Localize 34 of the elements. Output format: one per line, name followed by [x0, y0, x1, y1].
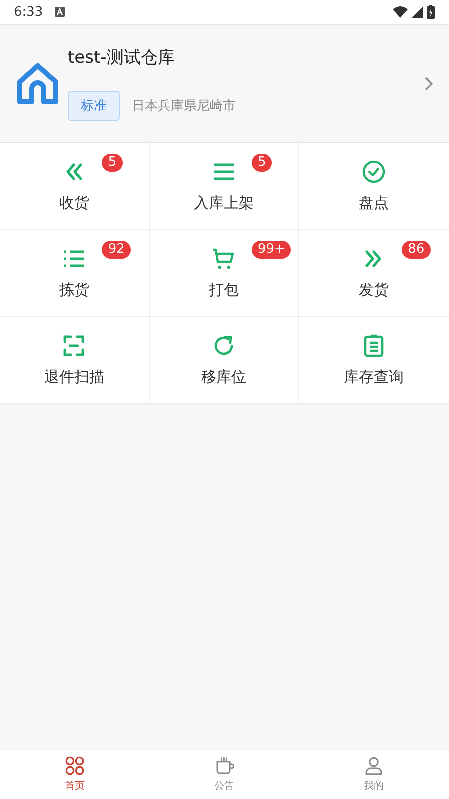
cart-icon: [212, 246, 236, 270]
count-badge: 92: [102, 240, 131, 258]
wifi-icon: [393, 6, 408, 18]
menu-tile[interactable]: 盘点: [299, 143, 449, 230]
check-circle-icon: [362, 160, 386, 184]
menu-tile[interactable]: 移库位: [150, 317, 300, 404]
count-badge: 99+: [252, 240, 292, 258]
warehouse-tag: 标准: [68, 91, 120, 121]
count-badge: 86: [402, 240, 431, 258]
house-icon: [16, 62, 60, 106]
count-badge: 5: [252, 154, 272, 172]
clipboard-icon: [362, 334, 386, 358]
menu-tile[interactable]: 92 拣货: [0, 230, 150, 317]
user-icon: [364, 756, 384, 776]
menu-tile[interactable]: 退件扫描: [0, 317, 150, 404]
chevron-right-icon[interactable]: [423, 74, 435, 92]
cup-icon: [214, 756, 234, 776]
status-time: 6:33: [14, 4, 44, 20]
warehouse-name: test-测试仓库: [68, 47, 176, 69]
tab-item[interactable]: 公告: [150, 750, 300, 799]
menu-tile[interactable]: 99+ 打包: [150, 230, 300, 317]
signal-icon: [412, 6, 423, 18]
count-badge: 5: [102, 154, 123, 172]
tab-item[interactable]: 首页: [0, 750, 150, 799]
scan-icon: [62, 334, 86, 358]
menu-tile[interactable]: 5 收货: [0, 143, 150, 230]
battery-icon: [427, 5, 435, 19]
menu-tile[interactable]: 5 入库上架: [150, 143, 300, 230]
notification-icon: [55, 7, 66, 17]
grid-icon: [64, 756, 85, 776]
menu-tile[interactable]: 86 发货: [299, 230, 449, 317]
tab-item[interactable]: 我的: [299, 750, 449, 799]
warehouse-address: 日本兵庫県尼崎市: [132, 98, 236, 115]
menu-tile[interactable]: 库存查询: [299, 317, 449, 404]
